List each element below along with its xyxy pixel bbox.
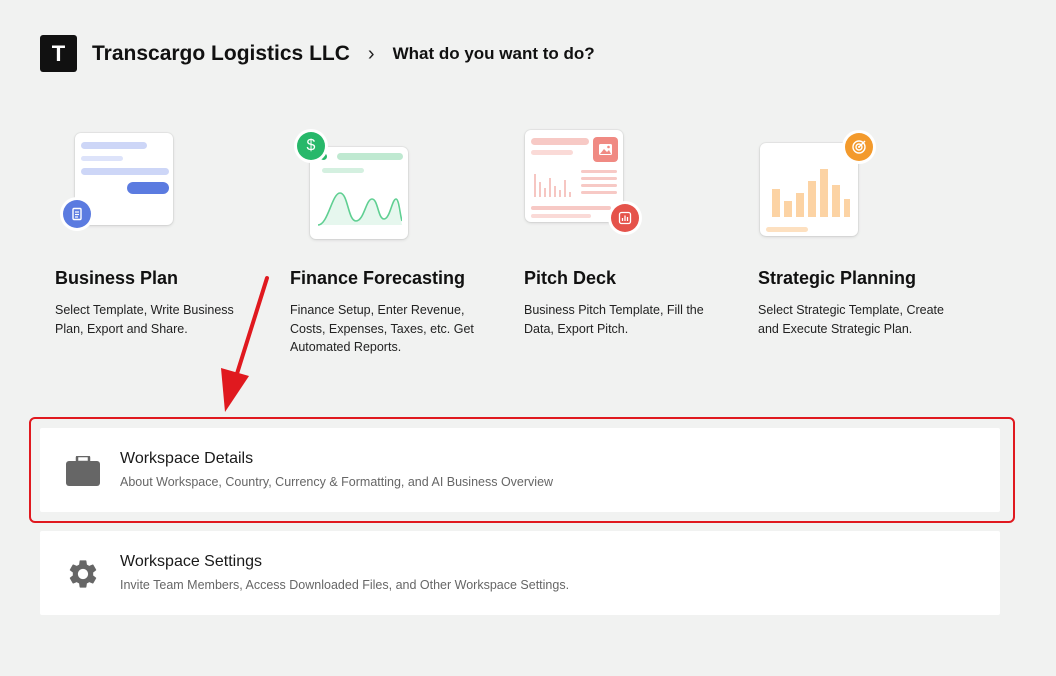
page-prompt: What do you want to do? [392, 43, 595, 63]
card-description: Business Pitch Template, Fill the Data, … [524, 303, 704, 336]
workspace-settings-row[interactable]: Workspace Settings Invite Team Members, … [40, 531, 1000, 615]
card-title: Business Plan [55, 268, 179, 288]
card-strategic-planning[interactable]: Strategic Planning Select Strategic Temp… [758, 120, 968, 336]
card-finance-forecasting[interactable]: $ Finance Forecasting Finance Setup, Ent… [290, 120, 500, 354]
card-pitch-deck[interactable]: Pitch Deck Business Pitch Template, Fill… [524, 120, 734, 336]
dollar-icon: $ [297, 132, 325, 160]
card-title: Pitch Deck [524, 268, 617, 288]
workspace-logo[interactable]: T [40, 35, 77, 72]
gear-icon [66, 557, 100, 588]
workspace-settings-subtitle: Invite Team Members, Access Downloaded F… [120, 578, 570, 592]
pitch-deck-illustration [524, 120, 734, 250]
finance-forecasting-illustration: $ [290, 120, 500, 250]
document-icon [63, 200, 91, 228]
header: T Transcargo Logistics LLC › What do you… [40, 35, 595, 72]
target-icon [845, 133, 873, 161]
chart-icon [611, 204, 639, 232]
workspace-details-row[interactable]: Workspace Details About Workspace, Count… [40, 428, 1000, 512]
card-description: Select Strategic Template, Create and Ex… [758, 303, 944, 336]
card-title: Finance Forecasting [290, 268, 466, 288]
chevron-right-icon: › [367, 42, 375, 65]
briefcase-icon [66, 454, 100, 486]
workspace-details-subtitle: About Workspace, Country, Currency & For… [120, 475, 554, 489]
annotation-arrow [221, 276, 269, 412]
business-plan-illustration [55, 120, 265, 250]
strategic-planning-illustration [758, 120, 968, 250]
workspace-details-title: Workspace Details [120, 450, 254, 467]
card-business-plan[interactable]: Business Plan Select Template, Write Bus… [55, 120, 265, 336]
card-description: Finance Setup, Enter Revenue, Costs, Exp… [290, 303, 474, 354]
company-name[interactable]: Transcargo Logistics LLC [92, 42, 350, 66]
card-title: Strategic Planning [758, 268, 917, 288]
workspace-settings-title: Workspace Settings [120, 553, 262, 570]
